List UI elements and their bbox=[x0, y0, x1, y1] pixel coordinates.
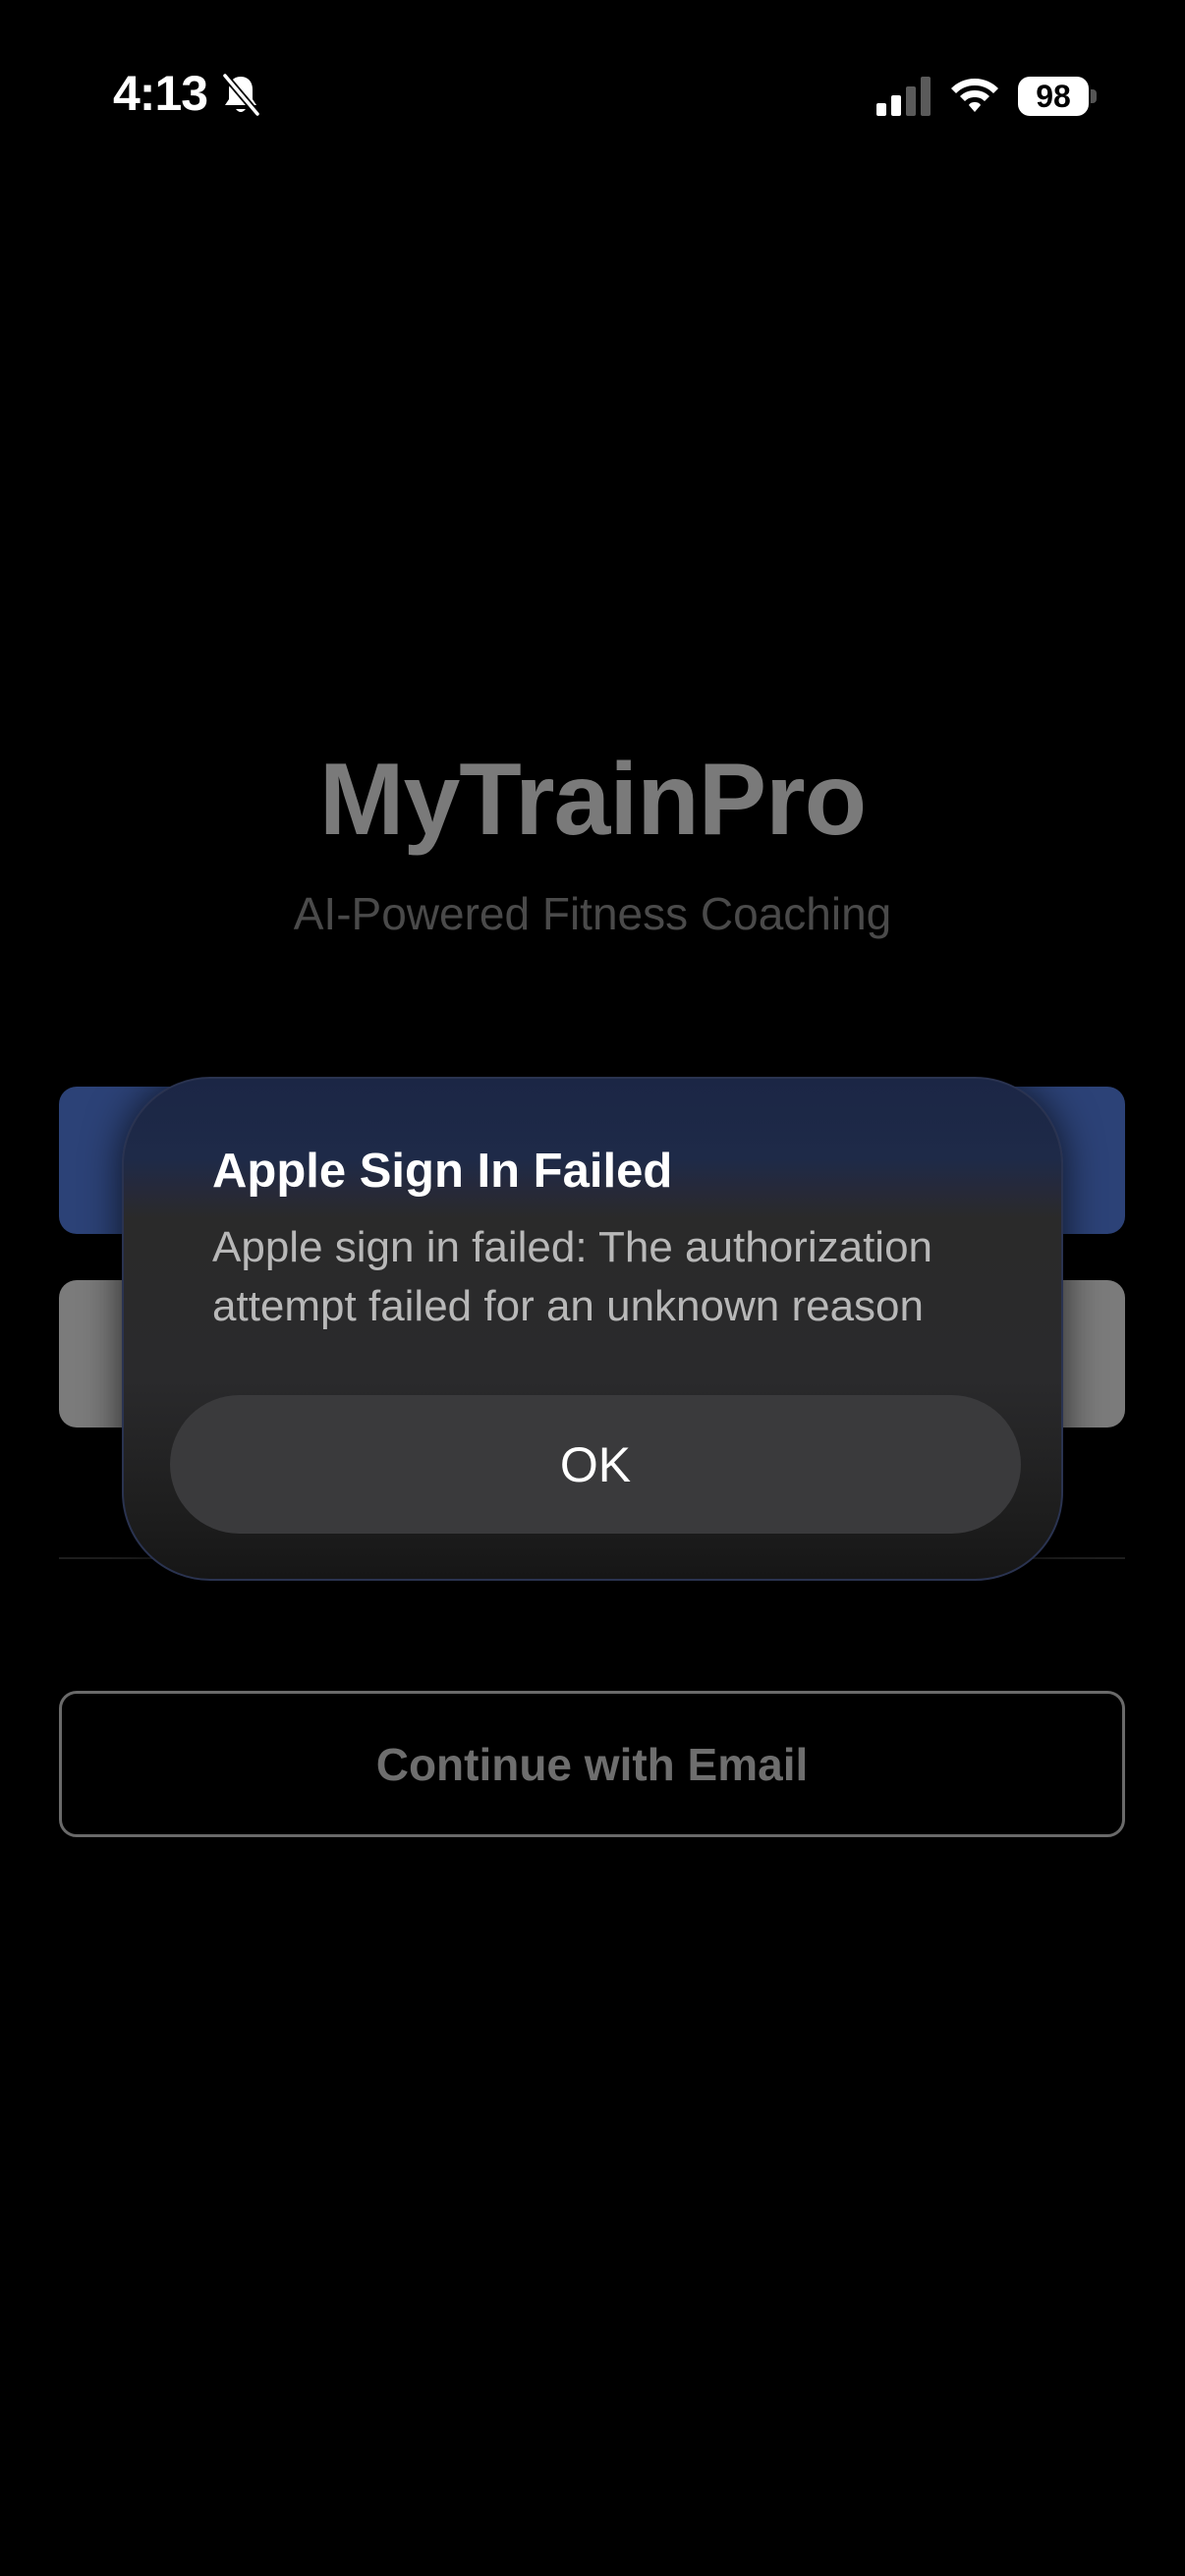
battery-level: 98 bbox=[1036, 79, 1071, 114]
app-subtitle: AI-Powered Fitness Coaching bbox=[293, 888, 892, 939]
status-time: 4:13 bbox=[113, 66, 208, 121]
alert-title: Apple Sign In Failed bbox=[212, 1145, 673, 1198]
continue-with-email-button[interactable]: Continue with Email bbox=[59, 1691, 1125, 1837]
app-title: MyTrainPro bbox=[318, 743, 867, 857]
bell-slash-icon bbox=[222, 73, 260, 117]
alert-ok-button[interactable]: OK bbox=[170, 1395, 1021, 1534]
sign-in-screen: 4:13 98 MyTrainPro AI-Powered Fitness Co… bbox=[0, 0, 1185, 2576]
cellular-signal-icon bbox=[876, 77, 931, 116]
alert-dialog: Apple Sign In Failed Apple sign in faile… bbox=[122, 1077, 1063, 1581]
alert-message: Apple sign in failed: The authorization … bbox=[212, 1223, 933, 1330]
status-bar: 4:13 98 bbox=[0, 0, 1185, 196]
wifi-icon bbox=[951, 79, 998, 112]
battery-icon: 98 bbox=[1018, 77, 1097, 116]
